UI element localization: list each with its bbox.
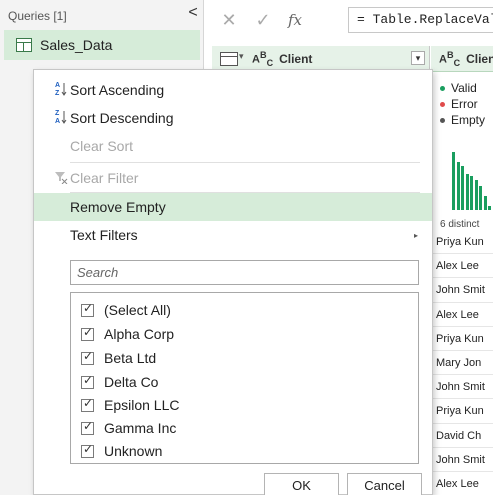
- filter-value-item[interactable]: Gamma Inc: [81, 417, 176, 439]
- quality-empty: Empty: [440, 112, 485, 128]
- table-row[interactable]: Mary Jon: [431, 351, 493, 376]
- filter-value-list[interactable]: (Select All) Alpha Corp Beta Ltd Delta C…: [70, 292, 419, 464]
- query-name: Sales_Data: [40, 37, 113, 53]
- histogram-bar: [474, 180, 478, 210]
- clear-filter-icon: [54, 170, 68, 187]
- preview-rows: Priya Kun Alex Lee John Smit Alex Lee Priya …: [431, 230, 493, 495]
- text-type-icon[interactable]: ABC: [439, 50, 460, 68]
- filter-value-select-all[interactable]: (Select All): [81, 299, 171, 321]
- empty-dot-icon: [440, 117, 445, 123]
- table-row[interactable]: Priya Kun: [431, 399, 493, 424]
- collapse-pane-button[interactable]: <: [186, 4, 200, 22]
- sort-descending-item[interactable]: ZA Sort Descending: [34, 104, 432, 132]
- table-row[interactable]: John Smit: [431, 448, 493, 472]
- column-filter-dropdown-button[interactable]: ▾: [411, 51, 425, 65]
- table-row[interactable]: Priya Kun: [431, 327, 493, 351]
- quality-valid: Valid: [440, 80, 485, 96]
- histogram-bar: [465, 174, 469, 210]
- fx-icon[interactable]: fx: [280, 11, 310, 29]
- column-name: Client: [279, 51, 313, 66]
- filter-value-item[interactable]: Unknown: [81, 440, 162, 462]
- cancel-button[interactable]: Cancel: [347, 473, 422, 495]
- formula-bar: ✕ ✓ fx = Table.ReplaceValue(: [212, 4, 493, 36]
- remove-empty-item[interactable]: Remove Empty: [34, 193, 432, 221]
- table-row[interactable]: Priya Kun: [431, 230, 493, 255]
- menu-separator: [70, 162, 420, 163]
- column-filter-menu: AZ Sort Ascending ZA Sort Descending Cle…: [33, 69, 433, 495]
- table-row[interactable]: Alex Lee: [431, 254, 493, 279]
- histogram-bar: [461, 166, 464, 210]
- filter-value-item[interactable]: Delta Co: [81, 371, 158, 393]
- column-quality: Valid Error Empty: [440, 80, 485, 128]
- histogram-bar: [452, 152, 455, 210]
- histogram-bar: [488, 206, 491, 210]
- table-row[interactable]: Alex Lee: [431, 303, 493, 327]
- valid-dot-icon: [440, 85, 445, 91]
- table-menu-icon[interactable]: [220, 51, 244, 66]
- formula-input[interactable]: = Table.ReplaceValue(: [348, 7, 493, 33]
- quality-error: Error: [440, 96, 485, 112]
- query-item-sales-data[interactable]: Sales_Data: [4, 30, 200, 60]
- text-filters-item[interactable]: Text Filters ▸: [34, 221, 432, 249]
- svg-text:A: A: [55, 118, 60, 125]
- checkbox[interactable]: [81, 325, 94, 341]
- error-dot-icon: [440, 101, 445, 107]
- text-type-icon[interactable]: ABC: [252, 50, 273, 68]
- clear-sort-item[interactable]: Clear Sort: [34, 132, 432, 160]
- submenu-arrow-icon: ▸: [413, 230, 418, 240]
- svg-text:A: A: [55, 82, 60, 89]
- column-name: Clien: [466, 51, 493, 66]
- filter-value-item[interactable]: Epsilon LLC: [81, 394, 180, 416]
- sort-ascending-icon: AZ: [54, 81, 68, 100]
- distinct-count: 6 distinct: [440, 219, 480, 230]
- histogram-bar: [483, 196, 487, 210]
- accept-formula-button[interactable]: ✓: [246, 5, 280, 35]
- histogram-bar: [479, 186, 482, 210]
- checkbox[interactable]: [81, 349, 94, 365]
- cancel-formula-button[interactable]: ✕: [212, 5, 246, 35]
- checkbox[interactable]: [81, 373, 94, 389]
- checkbox[interactable]: [81, 396, 94, 412]
- checkbox[interactable]: [81, 442, 94, 458]
- column-distribution-histogram: [452, 152, 493, 210]
- table-row[interactable]: John Smit: [431, 375, 493, 400]
- table-icon: [16, 38, 32, 52]
- table-row[interactable]: John Smit: [431, 278, 493, 303]
- sort-ascending-item[interactable]: AZ Sort Ascending: [34, 76, 432, 104]
- sort-descending-icon: ZA: [54, 109, 68, 128]
- queries-header: Queries [1]: [8, 9, 67, 23]
- ok-button[interactable]: OK: [264, 473, 339, 495]
- filter-search-input[interactable]: Search: [70, 260, 419, 285]
- clear-filter-item[interactable]: Clear Filter: [34, 164, 432, 192]
- column-header-client-2[interactable]: ABC Clien: [431, 46, 493, 72]
- svg-text:Z: Z: [55, 110, 60, 117]
- filter-value-item[interactable]: Alpha Corp: [81, 323, 174, 345]
- checkbox[interactable]: [81, 301, 94, 317]
- filter-value-item[interactable]: Beta Ltd: [81, 347, 156, 369]
- histogram-bar: [456, 162, 460, 210]
- histogram-bar: [470, 176, 473, 210]
- svg-text:Z: Z: [55, 90, 60, 97]
- table-row[interactable]: Alex Lee: [431, 472, 493, 495]
- checkbox[interactable]: [81, 419, 94, 435]
- table-row[interactable]: David Ch: [431, 424, 493, 448]
